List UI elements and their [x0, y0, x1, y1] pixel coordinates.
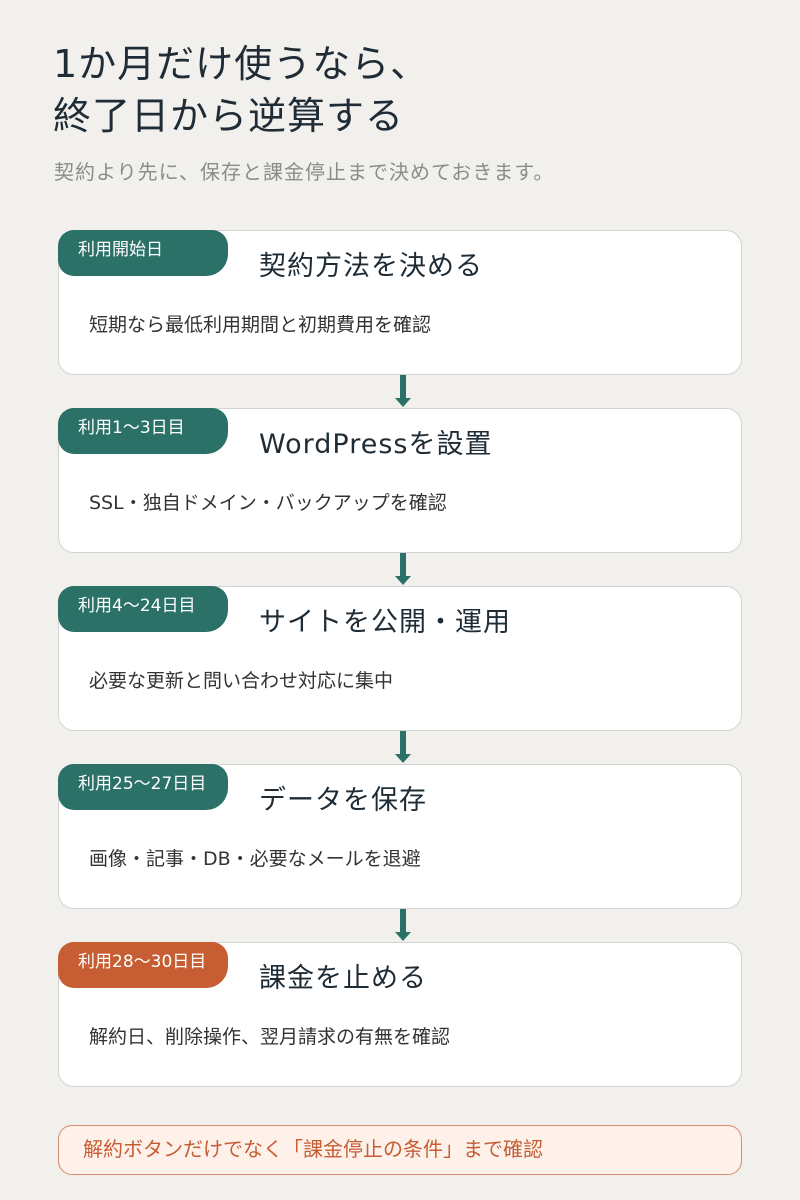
step-5: 利用28〜30日目 課金を止める 解約日、削除操作、翌月請求の有無を確認 [58, 942, 742, 1087]
warning-note: 解約ボタンだけでなく「課金停止の条件」まで確認 [58, 1125, 742, 1175]
step-description: 必要な更新と問い合わせ対応に集中 [89, 670, 394, 692]
step-badge: 利用1〜3日目 [58, 408, 228, 454]
step-description: 短期なら最低利用期間と初期費用を確認 [89, 314, 432, 336]
step-3: 利用4〜24日目 サイトを公開・運用 必要な更新と問い合わせ対応に集中 [58, 586, 742, 763]
down-arrow-icon [395, 731, 411, 764]
step-description: 解約日、削除操作、翌月請求の有無を確認 [89, 1026, 451, 1048]
step-1: 利用開始日 契約方法を決める 短期なら最低利用期間と初期費用を確認 [58, 230, 742, 407]
down-arrow-icon [395, 553, 411, 586]
timeline-steps: 利用開始日 契約方法を決める 短期なら最低利用期間と初期費用を確認 利用1〜3日… [58, 230, 742, 1120]
step-title: 課金を止める [259, 963, 427, 994]
step-badge: 利用25〜27日目 [58, 764, 228, 810]
step-title: サイトを公開・運用 [259, 607, 511, 638]
step-2: 利用1〜3日目 WordPressを設置 SSL・独自ドメイン・バックアップを確… [58, 408, 742, 585]
step-description: SSL・独自ドメイン・バックアップを確認 [89, 492, 447, 514]
down-arrow-icon [395, 909, 411, 942]
down-arrow-icon [395, 375, 411, 408]
step-title: WordPressを設置 [259, 429, 493, 460]
page: 1か月だけ使うなら、 終了日から逆算する 契約より先に、保存と課金停止まで決めて… [0, 0, 800, 1200]
page-title: 1か月だけ使うなら、 終了日から逆算する [53, 38, 429, 142]
step-description: 画像・記事・DB・必要なメールを退避 [89, 848, 421, 870]
title-line-2: 終了日から逆算する [53, 94, 405, 138]
step-badge: 利用28〜30日目 [58, 942, 228, 988]
step-badge: 利用4〜24日目 [58, 586, 228, 632]
step-title: データを保存 [259, 785, 427, 816]
step-title: 契約方法を決める [259, 251, 483, 282]
title-line-1: 1か月だけ使うなら、 [53, 42, 430, 86]
step-badge: 利用開始日 [58, 230, 228, 276]
step-4: 利用25〜27日目 データを保存 画像・記事・DB・必要なメールを退避 [58, 764, 742, 941]
subtitle: 契約より先に、保存と課金停止まで決めておきます。 [54, 160, 555, 184]
